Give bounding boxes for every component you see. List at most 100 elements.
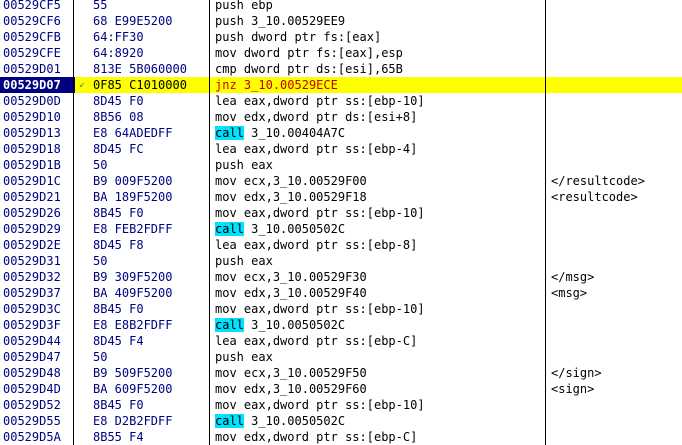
comment-cell[interactable]: <msg> bbox=[551, 285, 682, 301]
address-cell[interactable]: 00529D29 bbox=[0, 221, 75, 237]
hex-bytes-cell[interactable]: BA 609F5200 bbox=[93, 381, 205, 397]
address-cell[interactable]: 00529D37 bbox=[0, 285, 75, 301]
hex-bytes-cell[interactable]: 55 bbox=[93, 0, 205, 13]
comment-cell[interactable] bbox=[551, 301, 682, 317]
hex-bytes-cell[interactable]: E8 FEB2FDFF bbox=[93, 221, 205, 237]
hex-bytes-cell[interactable]: 50 bbox=[93, 349, 205, 365]
instruction-cell[interactable]: call 3_10.00404A7C bbox=[215, 125, 540, 141]
hex-bytes-cell[interactable]: 50 bbox=[93, 253, 205, 269]
instruction-cell[interactable]: mov edx,3_10.00529F60 bbox=[215, 381, 540, 397]
instruction-row[interactable]: 00529D10 8B56 08 mov edx,dword ptr ds:[esi… bbox=[0, 109, 682, 125]
instruction-cell[interactable]: mov edx,dword ptr ss:[ebp-C] bbox=[215, 429, 540, 445]
disassembly-pane[interactable]: 00529CF5 55 push ebp 00529CF6 68 E99E5200 pus… bbox=[0, 0, 682, 445]
comment-cell[interactable] bbox=[551, 93, 682, 109]
comment-cell[interactable] bbox=[551, 109, 682, 125]
address-cell[interactable]: 00529D32 bbox=[0, 269, 75, 285]
comment-cell[interactable] bbox=[551, 237, 682, 253]
instruction-row[interactable]: 00529D48 B9 509F5200 mov ecx,3_10.00529F50… bbox=[0, 365, 682, 381]
instruction-row[interactable]: 00529D55 E8 D2B2FDFF call 3_10.0050502C bbox=[0, 413, 682, 429]
hex-bytes-cell[interactable]: B9 509F5200 bbox=[93, 365, 205, 381]
instruction-cell[interactable]: mov eax,dword ptr ss:[ebp-10] bbox=[215, 205, 540, 221]
instruction-cell[interactable]: call 3_10.0050502C bbox=[215, 413, 540, 429]
instruction-row[interactable]: 00529D29 E8 FEB2FDFF call 3_10.0050502C bbox=[0, 221, 682, 237]
instruction-row[interactable]: 00529D21 BA 189F5200 mov edx,3_10.00529F18… bbox=[0, 189, 682, 205]
instruction-cell[interactable]: push 3_10.00529EE9 bbox=[215, 13, 540, 29]
address-cell[interactable]: 00529D18 bbox=[0, 141, 75, 157]
instruction-cell[interactable]: push eax bbox=[215, 157, 540, 173]
instruction-cell[interactable]: mov edx,dword ptr ds:[esi+8] bbox=[215, 109, 540, 125]
address-cell[interactable]: 00529CFE bbox=[0, 45, 75, 61]
hex-bytes-cell[interactable]: BA 189F5200 bbox=[93, 189, 205, 205]
comment-cell[interactable]: </sign> bbox=[551, 365, 682, 381]
instruction-row[interactable]: 00529D3F E8 E8B2FDFF call 3_10.0050502C bbox=[0, 317, 682, 333]
hex-bytes-cell[interactable]: 8B45 F0 bbox=[93, 301, 205, 317]
instruction-row[interactable]: 00529D37 BA 409F5200 mov edx,3_10.00529F40… bbox=[0, 285, 682, 301]
comment-cell[interactable] bbox=[551, 397, 682, 413]
address-cell[interactable]: 00529D44 bbox=[0, 333, 75, 349]
address-cell[interactable]: 00529CF5 bbox=[0, 0, 75, 13]
address-cell[interactable]: 00529CF6 bbox=[0, 13, 75, 29]
instruction-row[interactable]: 00529D18 8D45 FC lea eax,dword ptr ss:[ebp… bbox=[0, 141, 682, 157]
comment-cell[interactable] bbox=[551, 45, 682, 61]
comment-cell[interactable]: <resultcode> bbox=[551, 189, 682, 205]
comment-cell[interactable] bbox=[551, 317, 682, 333]
instruction-row[interactable]: 00529D1C B9 009F5200 mov ecx,3_10.00529F00… bbox=[0, 173, 682, 189]
instruction-row[interactable]: 00529D5A 8B55 F4 mov edx,dword ptr ss:[ebp… bbox=[0, 429, 682, 445]
instruction-row[interactable]: 00529CFB 64:FF30 push dword ptr fs:[eax] bbox=[0, 29, 682, 45]
instruction-cell[interactable]: push ebp bbox=[215, 0, 540, 13]
hex-bytes-cell[interactable]: 8D45 F4 bbox=[93, 333, 205, 349]
hex-bytes-cell[interactable]: 8D45 F0 bbox=[93, 93, 205, 109]
address-cell[interactable]: 00529D13 bbox=[0, 125, 75, 141]
hex-bytes-cell[interactable]: BA 409F5200 bbox=[93, 285, 205, 301]
hex-bytes-cell[interactable]: 8D45 FC bbox=[93, 141, 205, 157]
instruction-cell[interactable]: mov dword ptr fs:[eax],esp bbox=[215, 45, 540, 61]
instruction-cell[interactable]: mov edx,3_10.00529F40 bbox=[215, 285, 540, 301]
comment-cell[interactable] bbox=[551, 205, 682, 221]
address-cell[interactable]: 00529D5A bbox=[0, 429, 75, 445]
address-cell[interactable]: 00529D52 bbox=[0, 397, 75, 413]
address-cell[interactable]: 00529D47 bbox=[0, 349, 75, 365]
comment-cell[interactable] bbox=[551, 61, 682, 77]
address-cell[interactable]: 00529D1C bbox=[0, 173, 75, 189]
instruction-cell[interactable]: lea eax,dword ptr ss:[ebp-4] bbox=[215, 141, 540, 157]
address-cell[interactable]: 00529D4D bbox=[0, 381, 75, 397]
instruction-row[interactable]: 00529D3C 8B45 F0 mov eax,dword ptr ss:[ebp… bbox=[0, 301, 682, 317]
address-cell[interactable]: 00529D26 bbox=[0, 205, 75, 221]
comment-cell[interactable]: </resultcode> bbox=[551, 173, 682, 189]
hex-bytes-cell[interactable]: 8D45 F8 bbox=[93, 237, 205, 253]
address-cell[interactable]: 00529D1B bbox=[0, 157, 75, 173]
instruction-row[interactable]: 00529D2E 8D45 F8 lea eax,dword ptr ss:[ebp… bbox=[0, 237, 682, 253]
instruction-row[interactable]: 00529D52 8B45 F0 mov eax,dword ptr ss:[ebp… bbox=[0, 397, 682, 413]
instruction-cell[interactable]: mov ecx,3_10.00529F00 bbox=[215, 173, 540, 189]
hex-bytes-cell[interactable]: 8B56 08 bbox=[93, 109, 205, 125]
address-cell[interactable]: 00529D48 bbox=[0, 365, 75, 381]
instruction-cell[interactable]: push eax bbox=[215, 253, 540, 269]
instruction-row[interactable]: 00529D44 8D45 F4 lea eax,dword ptr ss:[ebp… bbox=[0, 333, 682, 349]
hex-bytes-cell[interactable]: 8B55 F4 bbox=[93, 429, 205, 445]
comment-cell[interactable] bbox=[551, 413, 682, 429]
instruction-cell[interactable]: mov eax,dword ptr ss:[ebp-10] bbox=[215, 301, 540, 317]
address-cell[interactable]: 00529D21 bbox=[0, 189, 75, 205]
instruction-row[interactable]: 00529CF5 55 push ebp bbox=[0, 0, 682, 13]
comment-cell[interactable] bbox=[551, 333, 682, 349]
instruction-row[interactable]: 00529D13 E8 64ADEDFF call 3_10.00404A7C bbox=[0, 125, 682, 141]
hex-bytes-cell[interactable]: B9 009F5200 bbox=[93, 173, 205, 189]
instruction-cell[interactable]: mov eax,dword ptr ss:[ebp-10] bbox=[215, 397, 540, 413]
hex-bytes-cell[interactable]: 50 bbox=[93, 157, 205, 173]
hex-bytes-cell[interactable]: 64:8920 bbox=[93, 45, 205, 61]
instruction-row[interactable]: 00529D32 B9 309F5200 mov ecx,3_10.00529F30… bbox=[0, 269, 682, 285]
instruction-row[interactable]: 00529CFE 64:8920 mov dword ptr fs:[eax],es… bbox=[0, 45, 682, 61]
comment-cell[interactable] bbox=[551, 157, 682, 173]
instruction-row[interactable]: 00529D26 8B45 F0 mov eax,dword ptr ss:[ebp… bbox=[0, 205, 682, 221]
hex-bytes-cell[interactable]: 8B45 F0 bbox=[93, 397, 205, 413]
hex-bytes-cell[interactable]: 68 E99E5200 bbox=[93, 13, 205, 29]
instruction-row[interactable]: 00529D31 50 push eax bbox=[0, 253, 682, 269]
instruction-cell[interactable]: cmp dword ptr ds:[esi],65B bbox=[215, 61, 540, 77]
instruction-cell[interactable]: push eax bbox=[215, 349, 540, 365]
address-cell[interactable]: 00529CFB bbox=[0, 29, 75, 45]
hex-bytes-cell[interactable]: 0F85 C1010000 bbox=[93, 77, 205, 93]
comment-cell[interactable]: </msg> bbox=[551, 269, 682, 285]
comment-cell[interactable] bbox=[551, 77, 682, 93]
address-cell[interactable]: 00529D0D bbox=[0, 93, 75, 109]
comment-cell[interactable] bbox=[551, 349, 682, 365]
